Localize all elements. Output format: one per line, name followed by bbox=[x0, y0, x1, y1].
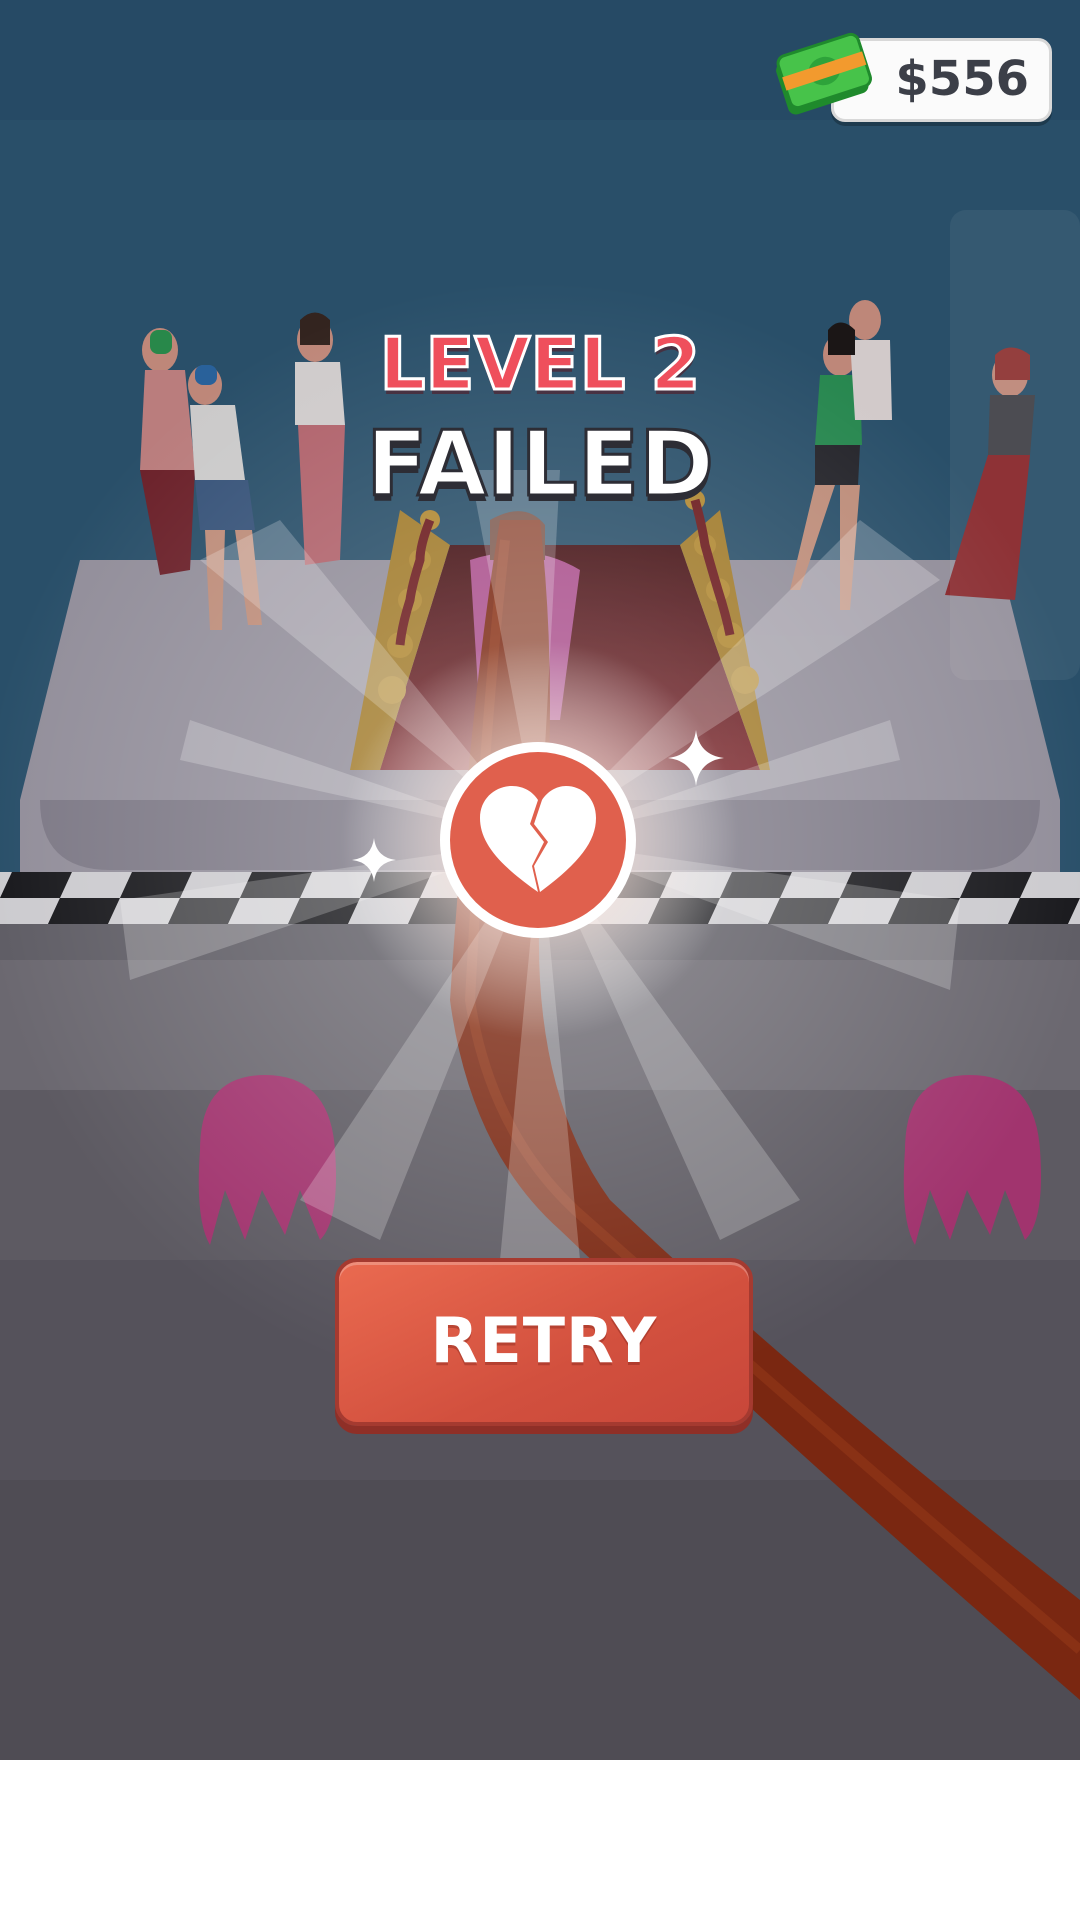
broken-heart-badge bbox=[440, 742, 636, 938]
game-viewport: $556 LEVEL 2 FAILED RETRY bbox=[0, 0, 1080, 1760]
retry-button-label: RETRY bbox=[430, 1304, 658, 1377]
money-counter: $556 bbox=[776, 32, 1052, 122]
retry-button[interactable]: RETRY bbox=[335, 1258, 753, 1426]
sparkle-icon bbox=[352, 838, 396, 882]
cash-stack-icon bbox=[776, 32, 872, 115]
failed-title: FAILED bbox=[365, 411, 716, 519]
sparkle-icon bbox=[668, 730, 724, 786]
broken-heart-icon bbox=[480, 786, 596, 892]
money-amount: $556 bbox=[895, 51, 1029, 107]
level-title: LEVEL 2 bbox=[378, 321, 702, 408]
